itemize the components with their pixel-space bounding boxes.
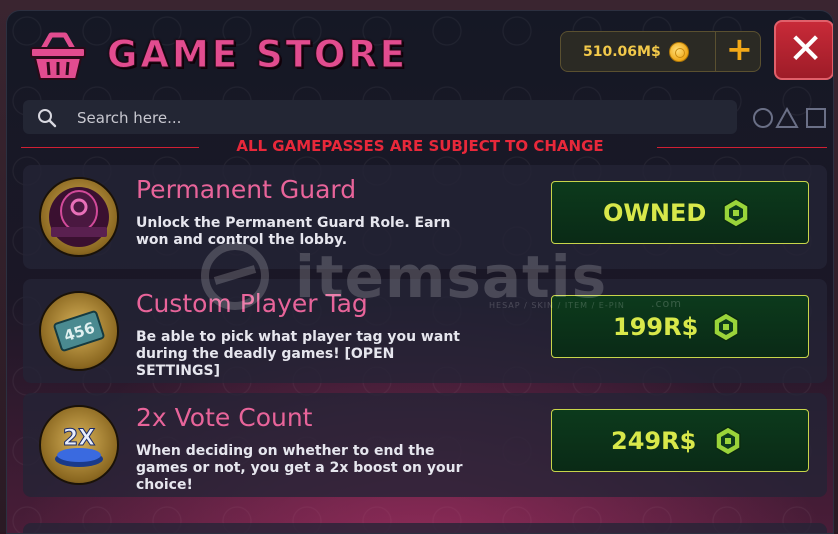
gamepass-next-partial (23, 523, 827, 533)
player-tag-icon: 456 (39, 291, 119, 371)
currency-display: 510.06M$ + (560, 30, 762, 72)
gamepass-name: Custom Player Tag (136, 289, 368, 318)
gamepass-description: Be able to pick what player tag you want… (136, 329, 460, 379)
gamepass-name: Permanent Guard (136, 175, 357, 204)
gamepass-description: Unlock the Permanent Guard Role. Earn wo… (136, 215, 451, 248)
svg-text:2X: 2X (63, 426, 95, 451)
shapes-icon (753, 106, 826, 128)
gamepass-custom-player-tag: 456 Custom Player Tag Be able to pick wh… (23, 279, 827, 383)
gamepass-name: 2x Vote Count (136, 403, 313, 432)
owned-button[interactable]: OWNED (551, 181, 809, 244)
vote-2x-icon: 2X (39, 405, 119, 485)
store-notice: ALL GAMEPASSES ARE SUBJECT TO CHANGE (236, 137, 604, 155)
store-title: GAME STORE (106, 33, 409, 77)
search-bar (23, 100, 737, 134)
coin-icon (669, 42, 689, 62)
gamepass-permanent-guard: Permanent Guard Unlock the Permanent Gua… (23, 165, 827, 269)
store-panel: GAME STORE 510.06M$ + ✕ ALL GAMEPASSES A… (6, 10, 834, 534)
buy-button[interactable]: 199R$ (551, 295, 809, 358)
basket-icon (30, 32, 86, 80)
close-button[interactable]: ✕ (774, 20, 833, 80)
price-label: 249R$ (611, 427, 697, 455)
search-input[interactable] (75, 106, 719, 130)
robux-icon (713, 312, 739, 342)
store-header: GAME STORE 510.06M$ + ✕ (7, 11, 833, 95)
guard-mask-icon (39, 177, 119, 257)
notice-rule-right (657, 147, 827, 148)
gamepass-description: When deciding on whether to end the game… (136, 443, 463, 493)
add-currency-button[interactable]: + (715, 30, 762, 71)
price-label: 199R$ (613, 313, 699, 341)
buy-button[interactable]: 249R$ (551, 409, 809, 472)
robux-icon (715, 426, 741, 456)
price-label: OWNED (603, 199, 707, 227)
robux-icon (723, 198, 749, 228)
plus-icon: + (726, 30, 753, 68)
search-icon (38, 109, 57, 128)
gamepass-2x-vote-count: 2X 2x Vote Count When deciding on whethe… (23, 393, 827, 497)
close-icon: ✕ (788, 24, 824, 73)
currency-amount: 510.06M$ (583, 44, 661, 60)
